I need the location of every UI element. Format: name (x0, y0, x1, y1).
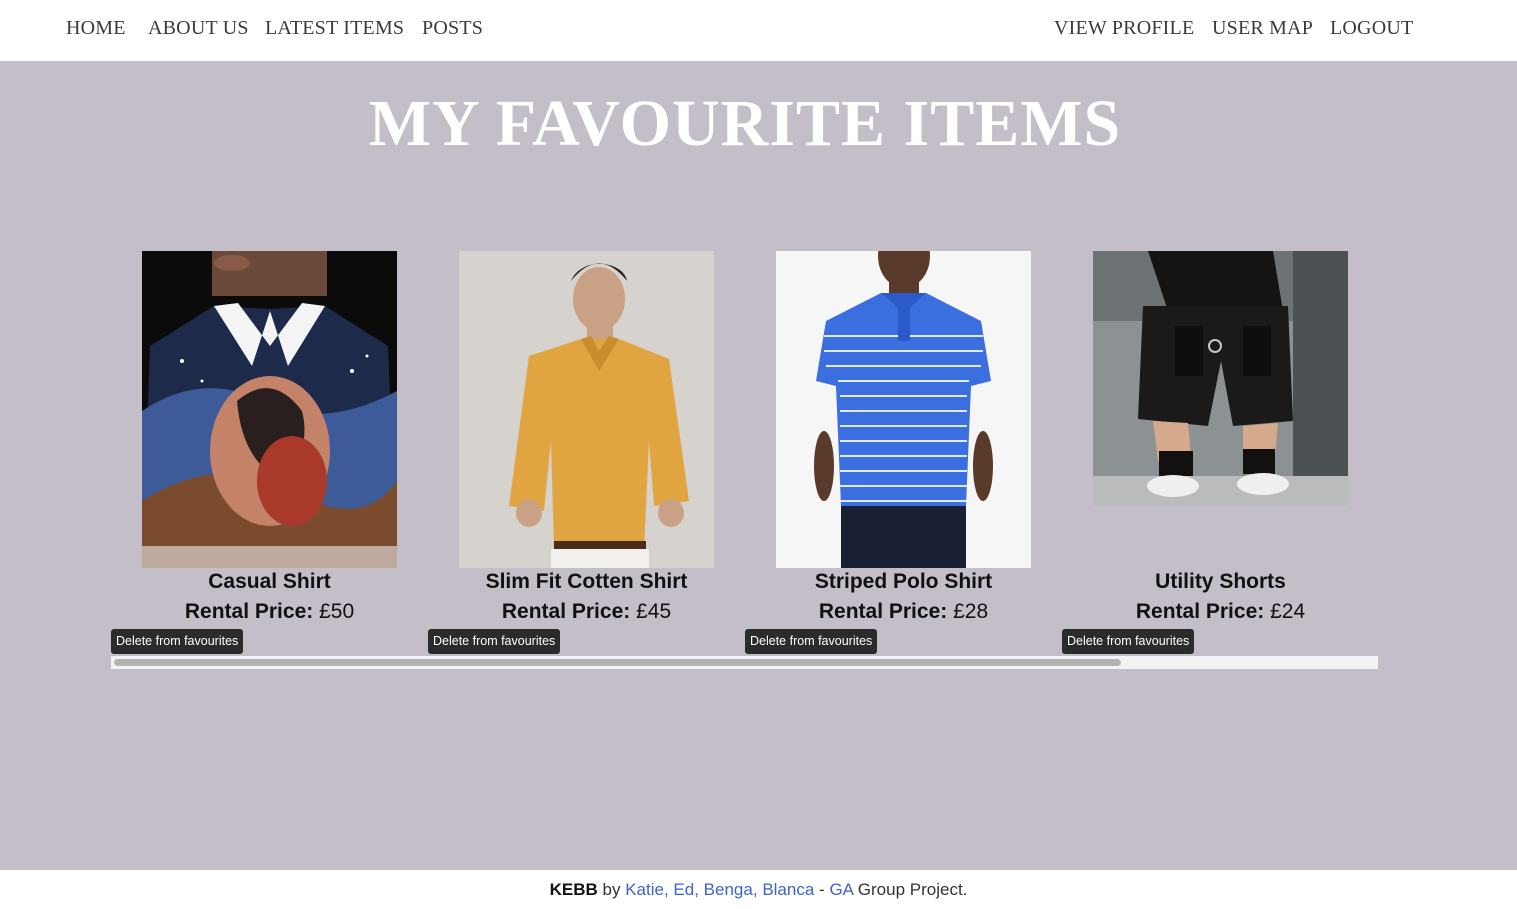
delete-from-favourites-button[interactable]: Delete from favourites (111, 629, 244, 654)
footer-comma: , (752, 880, 758, 899)
nav-user-map-link[interactable]: USER MAP (1212, 17, 1313, 40)
nav-posts-link[interactable]: POSTS (422, 17, 483, 40)
footer-author-link[interactable]: Katie (625, 880, 664, 899)
polo-image (776, 251, 1031, 568)
favourite-card: Utility Shorts Rental Price: £24 Delete … (1062, 251, 1348, 655)
item-name: Casual Shirt (208, 570, 331, 593)
favourites-scroller[interactable]: Casual Shirt Rental Price: £50 Delete fr… (111, 251, 1378, 669)
price-value: £24 (1270, 600, 1306, 623)
delete-from-favourites-button[interactable]: Delete from favourites (1062, 629, 1195, 654)
price-label: Rental Price: (501, 600, 631, 623)
item-photo-striped-polo[interactable] (776, 251, 1031, 568)
item-price: Rental Price: £28 (745, 600, 1062, 624)
price-label: Rental Price: (184, 600, 314, 623)
scrollbar-thumb[interactable] (114, 659, 1121, 666)
price-label: Rental Price: (1135, 600, 1265, 623)
footer-ga-link[interactable]: GA (829, 880, 853, 899)
favourite-card: Slim Fit Cotten Shirt Rental Price: £45 … (428, 251, 714, 655)
price-value: £50 (319, 600, 355, 623)
price-label: Rental Price: (818, 600, 948, 623)
shirt-image (459, 251, 714, 568)
footer-brand: KEBB (549, 880, 598, 899)
item-photo-utility-shorts[interactable] (1093, 251, 1348, 506)
footer-comma: , (694, 880, 699, 899)
delete-from-favourites-button[interactable]: Delete from favourites (745, 629, 878, 654)
price-value: £28 (953, 600, 989, 623)
nav-logout-link[interactable]: LOGOUT (1330, 17, 1413, 40)
item-name: Slim Fit Cotten Shirt (485, 570, 688, 593)
delete-from-favourites-button[interactable]: Delete from favourites (428, 629, 561, 654)
footer-author-link[interactable]: Ed (673, 880, 694, 899)
item-price: Rental Price: £50 (111, 600, 428, 624)
item-price: Rental Price: £24 (1062, 600, 1378, 624)
price-value: £45 (636, 600, 672, 623)
item-photo-casual-shirt[interactable] (142, 251, 397, 568)
page-title: MY FAVOURITE ITEMS (368, 87, 1122, 160)
footer-dash: - (819, 880, 825, 899)
shorts-image (1093, 251, 1348, 506)
favourite-card: Casual Shirt Rental Price: £50 Delete fr… (111, 251, 397, 655)
footer-suffix: Group Project. (857, 880, 968, 899)
footer-author-link[interactable]: Benga (704, 880, 753, 899)
horizontal-scrollbar[interactable] (111, 656, 1378, 669)
navbar: HOME ABOUT US LATEST ITEMS POSTS VIEW PR… (0, 0, 1517, 61)
nav-view-profile-link[interactable]: VIEW PROFILE (1054, 17, 1194, 40)
item-name: Utility Shorts (1155, 570, 1286, 593)
nav-latest-items-link[interactable]: LATEST ITEMS (265, 17, 404, 40)
item-name: Striped Polo Shirt (814, 570, 993, 593)
footer: KEBB by Katie, Ed, Benga, Blanca - GA Gr… (0, 870, 1517, 909)
nav-about-link[interactable]: ABOUT US (148, 17, 249, 40)
item-photo-slim-fit-shirt[interactable] (459, 251, 714, 568)
footer-comma: , (663, 880, 669, 899)
favourite-card: Striped Polo Shirt Rental Price: £28 Del… (745, 251, 1031, 655)
nav-home-link[interactable]: HOME (66, 17, 126, 40)
footer-author-link[interactable]: Blanca (762, 880, 814, 899)
item-price: Rental Price: £45 (428, 600, 745, 624)
shirt-image (142, 251, 397, 568)
footer-by: by (602, 880, 621, 899)
